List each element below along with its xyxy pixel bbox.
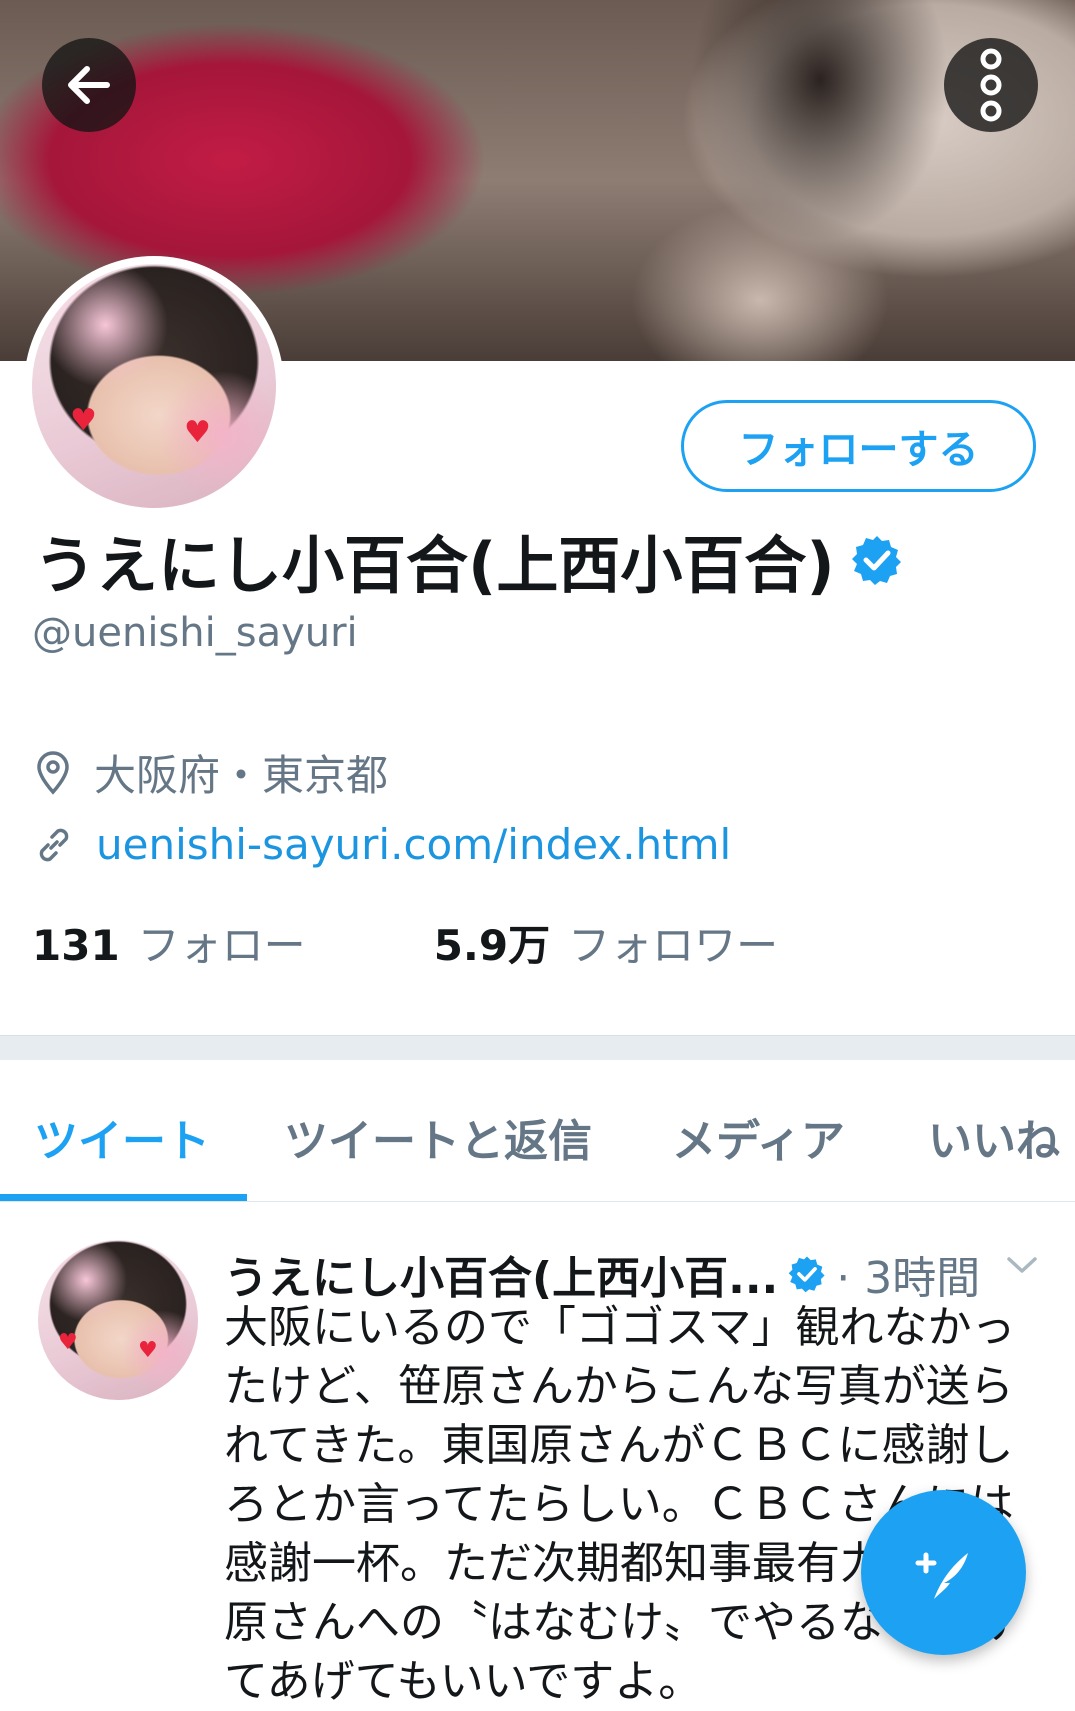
tweet-author[interactable]: うえにし小百合(上西小百... bbox=[224, 1242, 778, 1306]
follow-stats: 131 フォロー 5.9万 フォロワー bbox=[32, 912, 778, 973]
heart-sticker-icon: ♥ bbox=[58, 1330, 78, 1355]
following-count: 131 bbox=[32, 921, 120, 970]
heart-sticker-icon: ♥ bbox=[138, 1338, 158, 1363]
heart-sticker-icon: ♥ bbox=[184, 415, 211, 450]
followers-count: 5.9万 bbox=[433, 921, 551, 970]
location-row: 大阪府・東京都 bbox=[34, 742, 388, 803]
website-row[interactable]: uenishi-sayuri.com/index.html bbox=[34, 820, 731, 869]
avatar-photo: ♥ ♥ bbox=[32, 264, 276, 508]
verified-badge-icon bbox=[788, 1256, 825, 1293]
tweet-avatar[interactable]: ♥ ♥ bbox=[38, 1240, 198, 1400]
more-vertical-icon bbox=[980, 48, 1002, 122]
chevron-down-icon[interactable] bbox=[1005, 1254, 1039, 1276]
tweet-timestamp: · 3時間 bbox=[836, 1253, 981, 1304]
back-button[interactable] bbox=[42, 38, 136, 132]
compose-feather-icon bbox=[915, 1552, 968, 1599]
website-link[interactable]: uenishi-sayuri.com/index.html bbox=[96, 820, 731, 869]
profile-tabs: ツイート ツイートと返信 メディア いいね bbox=[0, 1059, 1075, 1202]
location-text: 大阪府・東京都 bbox=[94, 751, 389, 800]
following-label: フォロー bbox=[137, 921, 306, 970]
followers-stat[interactable]: 5.9万 フォロワー bbox=[434, 912, 778, 973]
display-name: うえにし小百合(上西小百合) bbox=[34, 529, 835, 602]
tab-tweets[interactable]: ツイート bbox=[34, 1105, 210, 1169]
tweet-header: うえにし小百合(上西小百... · 3時間 bbox=[224, 1242, 980, 1306]
location-pin-icon bbox=[37, 750, 69, 795]
tab-media[interactable]: メディア bbox=[672, 1105, 845, 1169]
banner-photo-shade bbox=[620, 0, 980, 361]
heart-sticker-icon: ♥ bbox=[70, 403, 97, 438]
handle: @uenishi_sayuri bbox=[32, 610, 358, 656]
arrow-left-icon bbox=[68, 66, 110, 104]
display-name-row: うえにし小百合(上西小百合) bbox=[34, 515, 903, 605]
tab-tweets-and-replies[interactable]: ツイートと返信 bbox=[284, 1105, 592, 1169]
follow-button[interactable]: フォローする bbox=[681, 400, 1036, 492]
profile-avatar[interactable]: ♥ ♥ bbox=[24, 256, 284, 516]
link-icon bbox=[39, 828, 69, 861]
more-options-button[interactable] bbox=[944, 38, 1038, 132]
compose-tweet-button[interactable] bbox=[861, 1490, 1026, 1655]
active-tab-indicator bbox=[0, 1194, 247, 1201]
section-divider bbox=[0, 1035, 1075, 1060]
followers-label: フォロワー bbox=[568, 921, 779, 970]
verified-badge-icon bbox=[851, 536, 901, 585]
tab-likes[interactable]: いいね bbox=[928, 1105, 1060, 1169]
following-stat[interactable]: 131 フォロー bbox=[32, 912, 306, 973]
